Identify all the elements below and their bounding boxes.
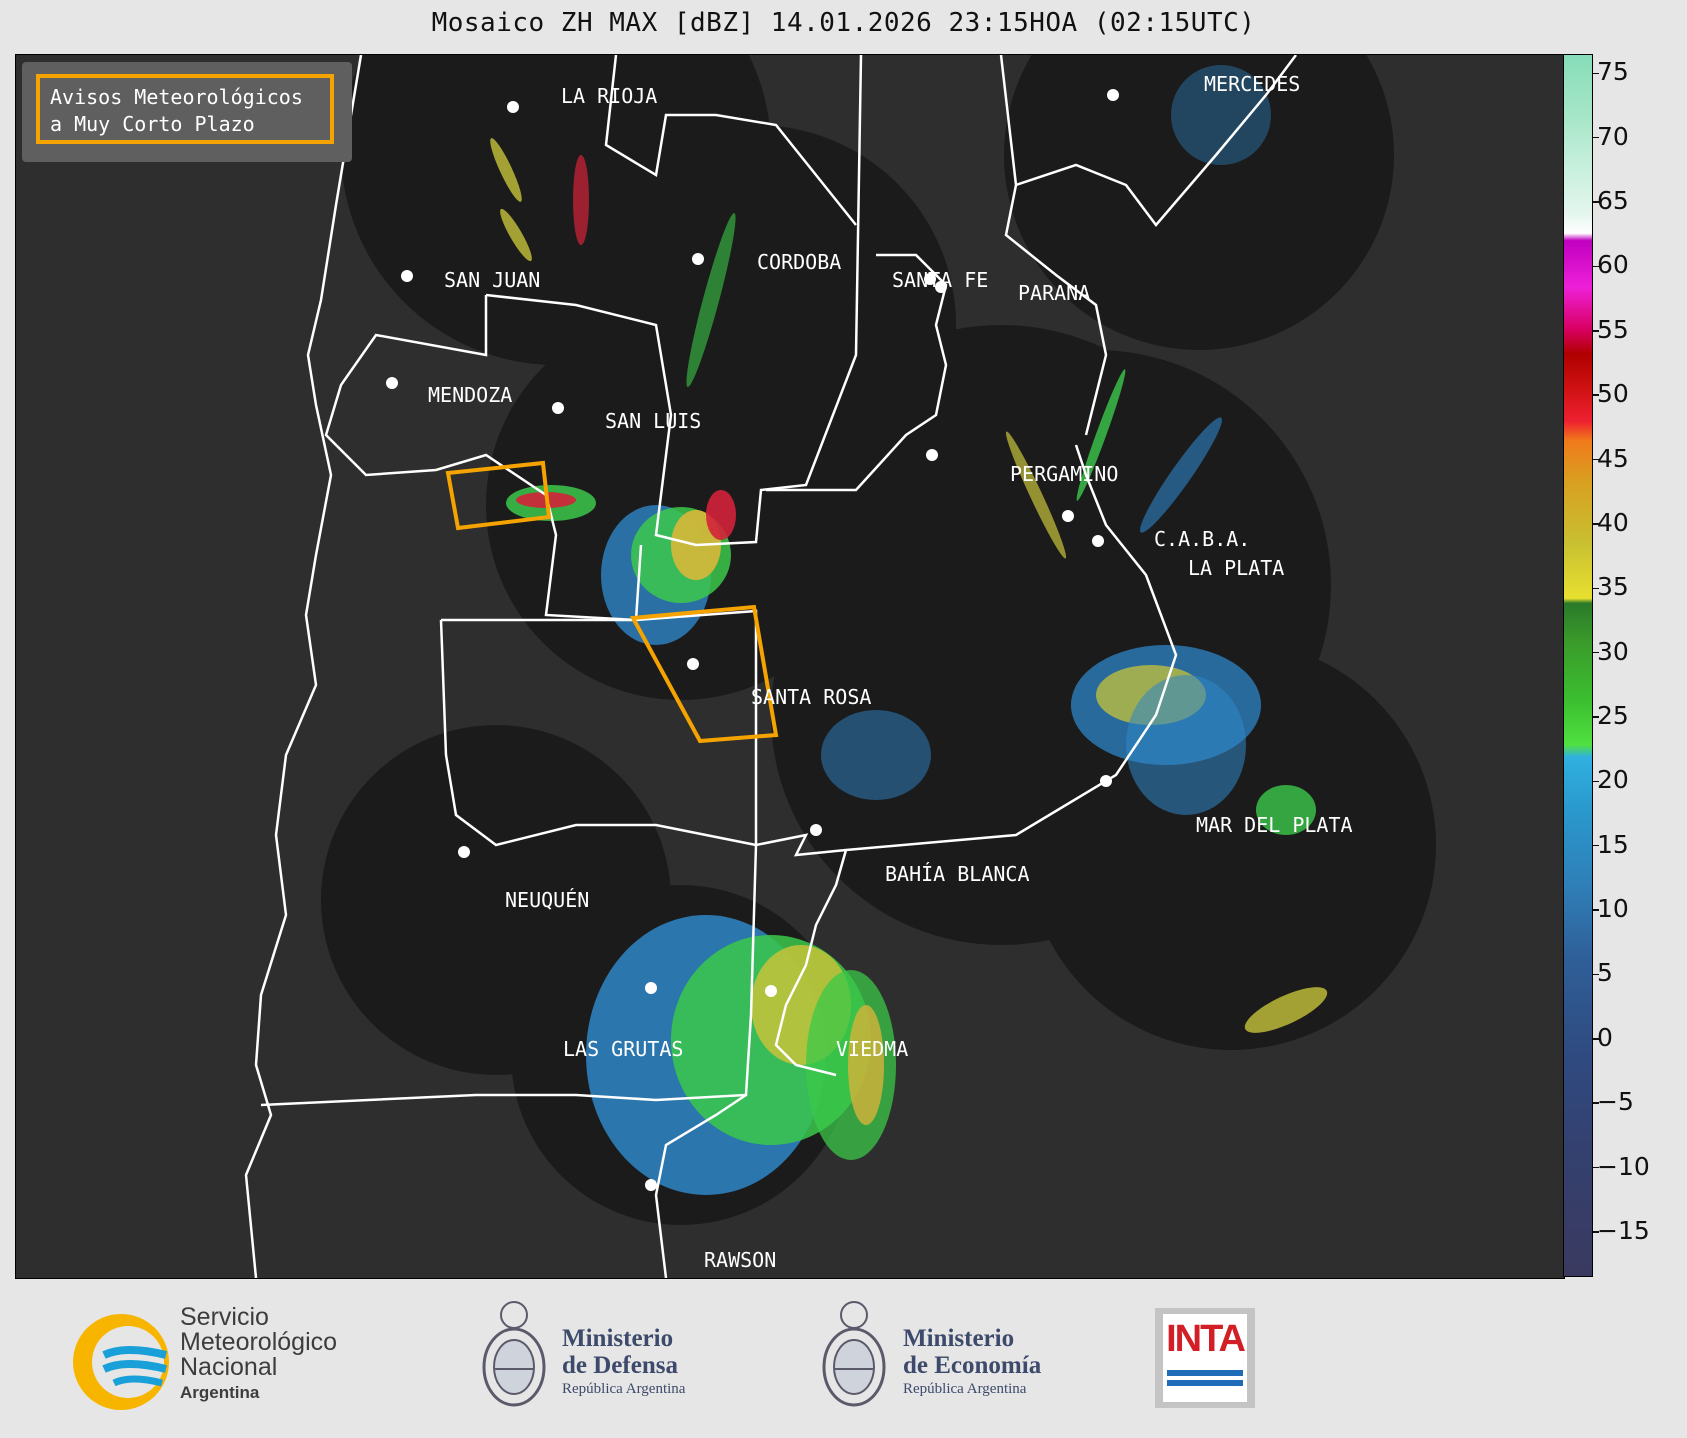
colorbar-tick-label: 25 [1597, 700, 1629, 730]
inta-logo: INTA [1155, 1308, 1255, 1408]
city-label-caba: C.A.B.A. [1154, 527, 1251, 551]
colorbar-tick-label: −15 [1597, 1215, 1650, 1245]
city-label-viedma: VIEDMA [836, 1037, 909, 1061]
warning-legend-line1: Avisos Meteorológicos [50, 85, 303, 109]
colorbar-tick-label: 30 [1597, 636, 1629, 666]
colorbar-tick-label: 45 [1597, 443, 1629, 473]
colorbar-tick-label: −10 [1597, 1151, 1650, 1181]
colorbar-tick-label: −5 [1597, 1087, 1634, 1117]
colorbar-tick-label: 0 [1597, 1022, 1613, 1052]
colorbar-tick-label: 55 [1597, 314, 1629, 344]
colorbar-tick-label: 75 [1597, 57, 1629, 87]
colorbar-tick-label: 15 [1597, 829, 1629, 859]
colorbar-tick-label: 50 [1597, 379, 1629, 409]
defensa-seal-icon [482, 1301, 546, 1407]
colorbar-tick-label: 5 [1597, 958, 1613, 988]
city-label-san-luis: SAN LUIS [605, 409, 702, 433]
colorbar-tick-label: 70 [1597, 121, 1629, 151]
warning-legend: Avisos Meteorológicos a Muy Corto Plazo [22, 62, 352, 162]
city-label-santa-fe: SANTA FE [892, 268, 989, 292]
city-label-cordoba: CORDOBA [757, 250, 842, 274]
defensa-line1: Ministerio [562, 1325, 674, 1352]
city-label-la-rioja: LA RIOJA [561, 84, 658, 108]
city-label-parana: PARANA [1018, 281, 1091, 305]
smn-line2: Meteorológico [180, 1328, 338, 1356]
economia-logo-text: Ministerio de Economía República Argenti… [903, 1325, 1041, 1399]
city-label-rawson: RAWSON [704, 1248, 777, 1272]
colorbar [1563, 54, 1593, 1277]
colorbar-tick-label: 40 [1597, 507, 1629, 537]
colorbar-tick-label: 10 [1597, 894, 1629, 924]
colorbar-tick-label: 60 [1597, 250, 1629, 280]
defensa-logo-text: Ministerio de Defensa República Argentin… [562, 1325, 685, 1399]
colorbar-tick-label: 35 [1597, 572, 1629, 602]
economia-line1: Ministerio [903, 1325, 1015, 1352]
colorbar-tick-label: 65 [1597, 186, 1629, 216]
economia-line3: República Argentina [903, 1381, 1027, 1397]
city-label-mendoza: MENDOZA [428, 383, 513, 407]
city-label-neuquen: NEUQUÉN [505, 888, 590, 912]
economia-line2: de Economía [903, 1352, 1042, 1379]
economia-seal-icon [822, 1301, 886, 1407]
footer-logos: Servicio Meteorológico Nacional Argentin… [0, 1280, 1687, 1438]
smn-line4: Argentina [180, 1383, 260, 1402]
city-label-san-juan: SAN JUAN [444, 268, 541, 292]
warning-legend-line2: a Muy Corto Plazo [50, 112, 255, 136]
city-label-bahia-blanca: BAHÍA BLANCA [885, 862, 1030, 886]
city-label-santa-rosa: SANTA ROSA [751, 685, 872, 709]
map-title: Mosaico ZH MAX [dBZ] 14.01.2026 23:15HOA… [431, 8, 1256, 38]
warning-legend-box: Avisos Meteorológicos a Muy Corto Plazo [36, 74, 334, 144]
radar-map[interactable] [15, 54, 1565, 1279]
defensa-line2: de Defensa [562, 1352, 678, 1379]
inta-logo-text: INTA [1166, 1318, 1246, 1360]
colorbar-tick-label: 20 [1597, 765, 1629, 795]
city-label-la-plata: LA PLATA [1188, 556, 1285, 580]
city-label-pergamino: PERGAMINO [1010, 462, 1119, 486]
smn-logo-icon [73, 1314, 169, 1410]
city-label-mar-del-plata: MAR DEL PLATA [1196, 813, 1353, 837]
radar-map-canvas [244, 55, 1436, 1278]
city-label-mercedes: MERCEDES [1204, 72, 1301, 96]
smn-line3: Nacional [180, 1353, 278, 1381]
defensa-line3: República Argentina [562, 1381, 686, 1397]
smn-line1: Servicio [180, 1303, 269, 1331]
city-label-las-grutas: LAS GRUTAS [563, 1037, 684, 1061]
smn-logo-text: Servicio Meteorológico Nacional Argentin… [180, 1305, 337, 1405]
